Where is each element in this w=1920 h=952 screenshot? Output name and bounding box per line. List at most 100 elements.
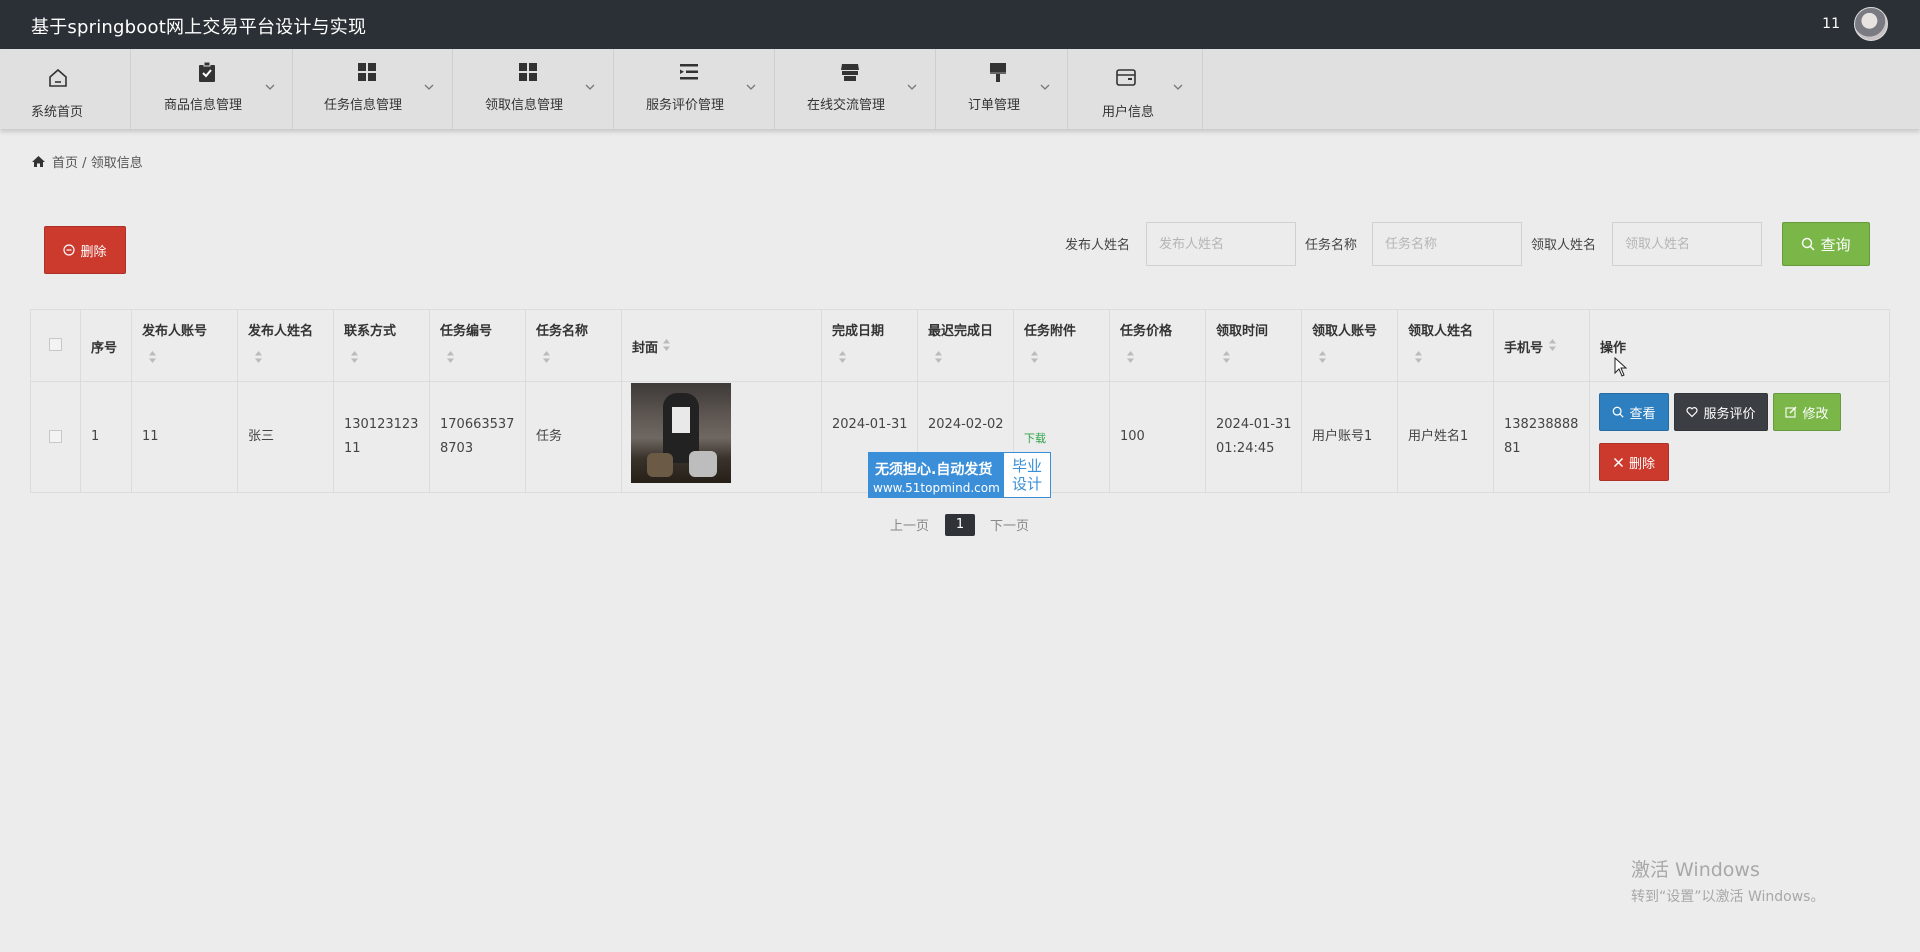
task-filter-label: 任务名称 bbox=[1305, 238, 1358, 253]
sort-icon bbox=[447, 351, 454, 363]
edit-icon bbox=[1785, 406, 1797, 418]
grid-icon bbox=[519, 63, 537, 81]
watermark-tag: 毕业 设计 bbox=[1004, 453, 1050, 497]
cell-task-name: 任务 bbox=[526, 382, 622, 493]
table-row bbox=[31, 382, 81, 493]
bulk-delete-label: 删除 bbox=[80, 244, 107, 260]
receiver-name-input[interactable] bbox=[1612, 222, 1762, 266]
chevron-down-icon bbox=[907, 84, 917, 90]
cell-phone: 13823888881 bbox=[1494, 382, 1590, 493]
store-icon bbox=[841, 64, 859, 81]
home-icon bbox=[49, 68, 67, 87]
sort-icon bbox=[663, 339, 670, 351]
grid-icon bbox=[358, 63, 376, 81]
cell-receive-time: 2024-01-31 01:24:45 bbox=[1206, 382, 1302, 493]
nav-item-tasks[interactable]: 任务信息管理 bbox=[293, 49, 453, 129]
search-label: 查询 bbox=[1820, 235, 1851, 254]
nav-item-home[interactable]: 系统首页 bbox=[0, 49, 131, 129]
watermark-banner: 无须担心.自动发货 www.51topmind.com 毕业 设计 bbox=[868, 452, 1051, 498]
chevron-down-icon bbox=[1040, 84, 1050, 90]
prev-page[interactable]: 上一页 bbox=[890, 515, 929, 534]
chevron-down-icon bbox=[746, 84, 756, 90]
chevron-down-icon bbox=[585, 84, 595, 90]
bulk-delete-button[interactable]: 删除 bbox=[44, 226, 126, 274]
edit-button[interactable]: 修改 bbox=[1773, 393, 1841, 431]
sort-icon bbox=[839, 351, 846, 363]
brush-icon bbox=[990, 63, 1006, 82]
column-header[interactable]: 发布人姓名 bbox=[238, 310, 334, 382]
nav-item-orders[interactable]: 订单管理 bbox=[937, 49, 1068, 129]
task-name-input[interactable] bbox=[1372, 222, 1522, 266]
column-header[interactable]: 领取时间 bbox=[1206, 310, 1302, 382]
close-icon bbox=[1613, 457, 1624, 467]
nav-label: 任务信息管理 bbox=[324, 98, 403, 113]
sort-icon bbox=[543, 351, 550, 363]
nav-item-user[interactable]: 用户信息 bbox=[1068, 49, 1203, 129]
minus-circle-icon bbox=[63, 244, 76, 256]
next-page[interactable]: 下一页 bbox=[990, 515, 1029, 534]
nav-item-receive[interactable]: 领取信息管理 bbox=[454, 49, 614, 129]
sort-icon bbox=[351, 351, 358, 363]
view-button[interactable]: 查看 bbox=[1599, 393, 1669, 431]
breadcrumb-current: 领取信息 bbox=[90, 156, 143, 171]
cell-receiver-account: 用户账号1 bbox=[1302, 382, 1398, 493]
wallet-icon bbox=[1116, 69, 1136, 86]
download-link[interactable]: 下载 bbox=[1024, 430, 1046, 446]
search-icon bbox=[1613, 406, 1625, 418]
column-header-actions: 操作 bbox=[1590, 310, 1890, 382]
clipboard-check-icon bbox=[199, 61, 215, 82]
row-checkbox[interactable] bbox=[49, 430, 62, 443]
top-bar: 基于springboot网上交易平台设计与实现 11 bbox=[0, 0, 1920, 49]
breadcrumb-home[interactable]: 首页 bbox=[52, 156, 78, 171]
cell-publisher-account: 11 bbox=[132, 382, 238, 493]
chevron-down-icon bbox=[424, 84, 434, 90]
sort-icon bbox=[1031, 351, 1038, 363]
sort-icon bbox=[1223, 351, 1230, 363]
publisher-name-input[interactable] bbox=[1146, 222, 1296, 266]
cell-task-no: 1706635378703 bbox=[430, 382, 526, 493]
sort-icon bbox=[1127, 351, 1134, 363]
avatar[interactable] bbox=[1854, 7, 1888, 41]
app-title: 基于springboot网上交易平台设计与实现 bbox=[31, 17, 367, 38]
column-header[interactable]: 领取人姓名 bbox=[1398, 310, 1494, 382]
cell-index: 1 bbox=[81, 382, 132, 493]
nav-item-reviews[interactable]: 服务评价管理 bbox=[615, 49, 775, 129]
column-header[interactable]: 任务名称 bbox=[526, 310, 622, 382]
column-header[interactable]: 任务附件 bbox=[1014, 310, 1110, 382]
page-current[interactable]: 1 bbox=[945, 514, 975, 536]
cell-publisher-name: 张三 bbox=[238, 382, 334, 493]
column-header[interactable]: 最迟完成日 bbox=[918, 310, 1014, 382]
column-header[interactable]: 任务价格 bbox=[1110, 310, 1206, 382]
sort-icon bbox=[1319, 351, 1326, 363]
delete-row-button[interactable]: 删除 bbox=[1599, 443, 1669, 481]
main-nav: 系统首页 商品信息管理 任务信息管理 领取信息管理 服务评价管理 在线交流管理 … bbox=[0, 49, 1920, 129]
column-header[interactable]: 发布人账号 bbox=[132, 310, 238, 382]
search-button[interactable]: 查询 bbox=[1782, 222, 1870, 266]
mouse-cursor-icon bbox=[1614, 357, 1628, 377]
column-header[interactable]: 任务编号 bbox=[430, 310, 526, 382]
user-name[interactable]: 11 bbox=[1822, 16, 1840, 32]
heart-icon bbox=[1686, 407, 1699, 418]
nav-item-chat[interactable]: 在线交流管理 bbox=[776, 49, 936, 129]
column-header[interactable]: 封面 bbox=[622, 310, 822, 382]
column-header[interactable]: 联系方式 bbox=[334, 310, 430, 382]
nav-label: 领取信息管理 bbox=[485, 98, 564, 113]
chevron-down-icon bbox=[1173, 84, 1183, 90]
nav-item-goods[interactable]: 商品信息管理 bbox=[132, 49, 293, 129]
home-icon bbox=[32, 156, 45, 167]
cell-contact: 13012312311 bbox=[334, 382, 430, 493]
cell-receiver-name: 用户姓名1 bbox=[1398, 382, 1494, 493]
search-icon bbox=[1802, 237, 1815, 251]
sort-icon bbox=[149, 351, 156, 363]
column-header[interactable]: 手机号 bbox=[1494, 310, 1590, 382]
watermark-text: 无须担心.自动发货 bbox=[875, 462, 993, 478]
sort-icon bbox=[255, 351, 262, 363]
column-header[interactable]: 序号 bbox=[81, 310, 132, 382]
review-button[interactable]: 服务评价 bbox=[1674, 393, 1768, 431]
cover-image[interactable] bbox=[631, 383, 731, 483]
column-header[interactable]: 完成日期 bbox=[822, 310, 918, 382]
nav-label: 服务评价管理 bbox=[646, 98, 725, 113]
select-all-checkbox[interactable] bbox=[49, 338, 62, 351]
receiver-filter-label: 领取人姓名 bbox=[1531, 238, 1597, 253]
column-header[interactable]: 领取人账号 bbox=[1302, 310, 1398, 382]
